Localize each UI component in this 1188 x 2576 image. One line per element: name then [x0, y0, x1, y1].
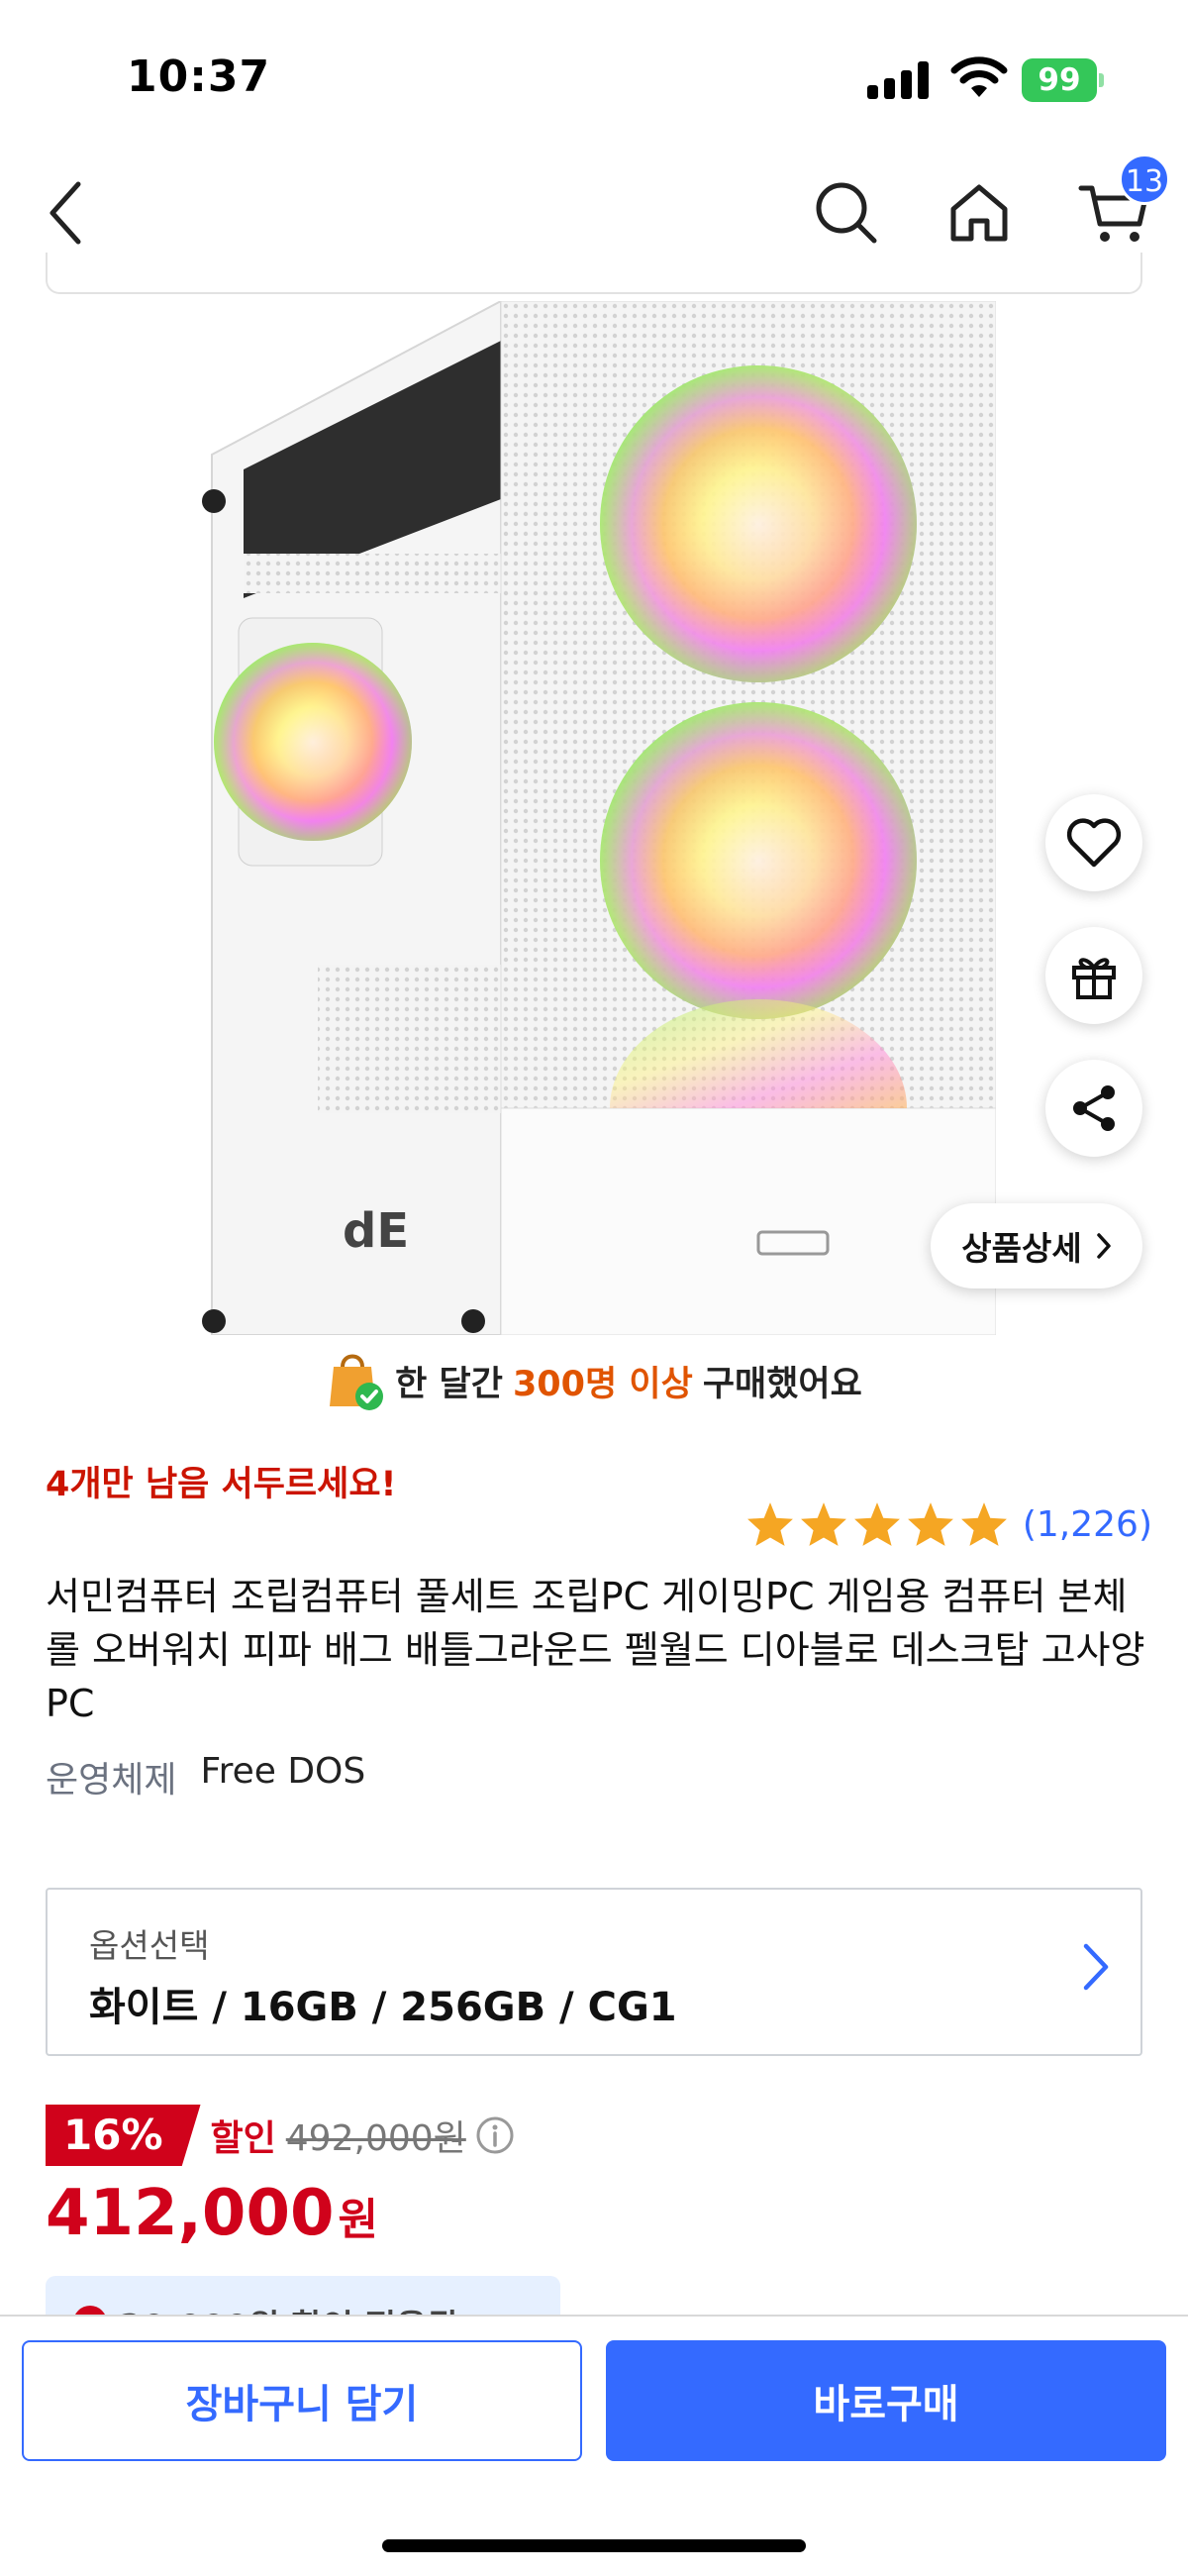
discount-row: 16% 할인 492,000원	[46, 2105, 516, 2166]
product-detail-button[interactable]: 상품상세	[931, 1203, 1142, 1288]
currency-unit: 원	[338, 2195, 378, 2245]
purchase-count-banner: 한 달간 300명 이상 구매했어요	[0, 1345, 1188, 1416]
discount-badge: 16%	[46, 2105, 201, 2166]
share-button[interactable]	[1045, 1060, 1142, 1157]
banner-prefix: 한 달간	[395, 1364, 503, 1404]
wishlist-button[interactable]	[1045, 794, 1142, 891]
search-button[interactable]	[802, 168, 891, 258]
shopping-bag-icon	[330, 1354, 384, 1410]
back-button[interactable]	[20, 168, 109, 258]
status-time: 10:37	[127, 52, 271, 102]
battery-icon: 99	[1022, 58, 1105, 102]
top-nav	[0, 149, 1188, 267]
os-value: Free DOS	[200, 1751, 366, 1792]
star-icon	[746, 1502, 793, 1546]
chevron-left-icon	[50, 181, 81, 245]
banner-highlight: 300명 이상	[512, 1364, 693, 1404]
gift-icon	[1072, 958, 1116, 999]
battery-level: 99	[1022, 58, 1097, 102]
heart-icon	[1066, 818, 1122, 868]
home-indicator[interactable]	[382, 2539, 806, 2552]
previous-banner-edge	[46, 253, 1142, 294]
coupon-text: 20,000원 할인 적용됨 >	[119, 2300, 498, 2316]
search-icon	[816, 182, 877, 244]
cart-count-badge: 13	[1119, 154, 1170, 205]
chevron-right-icon	[1096, 1233, 1111, 1259]
product-detail-label: 상품상세	[961, 1229, 1082, 1268]
option-label: 옵션선택	[89, 1926, 210, 1965]
option-select[interactable]: 옵션선택 화이트 / 16GB / 256GB / CG1	[46, 1888, 1142, 2056]
gift-button[interactable]	[1045, 927, 1142, 1024]
wifi-icon	[950, 56, 1008, 97]
sale-price: 412,000 원	[46, 2177, 378, 2250]
original-price: 492,000원	[285, 2118, 466, 2159]
cellular-signal-icon	[867, 61, 929, 99]
product-title: 서민컴퓨터 조립컴퓨터 풀세트 조립PC 게이밍PC 게임용 컴퓨터 본체 롤 …	[46, 1575, 1145, 1725]
buy-now-button[interactable]: 바로구매	[606, 2340, 1166, 2461]
coupon-applied-strip[interactable]: 20,000원 할인 적용됨 >	[46, 2276, 560, 2316]
os-spec: 운영체제 Free DOS	[46, 1751, 365, 1803]
info-icon[interactable]	[474, 2114, 516, 2156]
add-to-cart-button[interactable]: 장바구니 담기	[22, 2340, 582, 2461]
review-count[interactable]: (1,226)	[1023, 1504, 1152, 1545]
home-icon	[950, 184, 1008, 242]
rating[interactable]: (1,226)	[745, 1500, 1152, 1548]
banner-suffix: 구매했어요	[702, 1364, 862, 1404]
star-icon	[960, 1502, 1007, 1546]
status-bar: 10:37 99	[0, 0, 1188, 149]
home-button[interactable]	[935, 168, 1024, 258]
star-icon	[800, 1502, 846, 1546]
share-icon	[1073, 1085, 1115, 1131]
star-icon	[907, 1502, 953, 1546]
product-image[interactable]: dE	[184, 301, 996, 1335]
svg-text:dE: dE	[343, 1203, 409, 1259]
bottom-action-bar: 장바구니 담기 바로구매	[0, 2315, 1188, 2576]
chevron-right-icon	[1083, 1943, 1109, 1991]
star-icon	[853, 1502, 900, 1546]
option-value: 화이트 / 16GB / 256GB / CG1	[89, 1985, 677, 2030]
os-label: 운영체제	[46, 1760, 177, 1801]
stock-warning: 4개만 남음 서두르세요!	[46, 1465, 397, 1504]
discount-label: 할인	[210, 2118, 276, 2159]
sale-price-value: 412,000	[46, 2177, 335, 2250]
